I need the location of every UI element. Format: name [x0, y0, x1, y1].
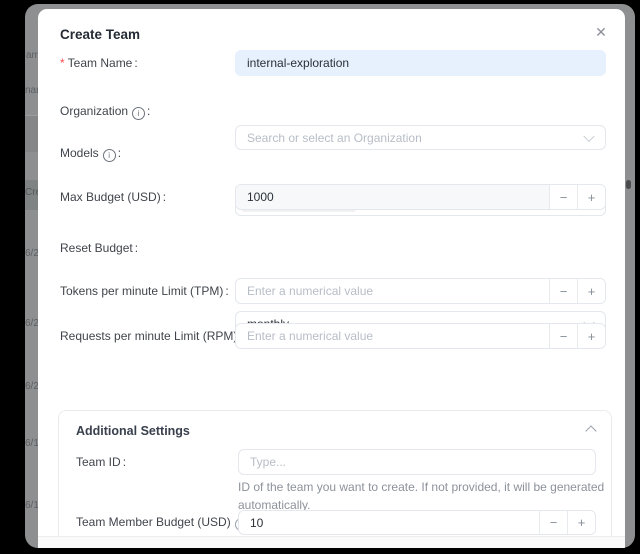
rpm-label: Requests per minute Limit (RPM):: [60, 323, 243, 349]
decrement-button[interactable]: −: [549, 324, 577, 348]
team-name-input[interactable]: internal-exploration: [235, 50, 606, 76]
decrement-button[interactable]: −: [539, 511, 567, 534]
reset-budget-label: Reset Budget:: [60, 236, 138, 261]
info-icon[interactable]: i: [103, 149, 116, 162]
backdrop-row-block: [25, 116, 38, 152]
increment-button[interactable]: +: [577, 279, 605, 303]
chevron-up-icon[interactable]: [585, 425, 596, 436]
team-id-placeholder: Type...: [250, 455, 286, 469]
create-team-modal: Create Team ✕ *Team Name: internal-explo…: [38, 9, 625, 548]
modal-title: Create Team: [60, 27, 140, 42]
required-mark: *: [60, 56, 65, 70]
max-budget-label: Max Budget (USD):: [60, 184, 166, 210]
decrement-button[interactable]: −: [549, 279, 577, 303]
tpm-stepper: Enter a numerical value − +: [235, 278, 606, 304]
team-id-label: Team ID:: [76, 449, 126, 475]
team-id-input[interactable]: Type...: [238, 449, 596, 475]
backdrop-date-fragment: 6/1: [25, 500, 39, 511]
tpm-label: Tokens per minute Limit (TPM):: [60, 278, 229, 304]
modal-footer: [38, 536, 625, 548]
additional-settings-title: Additional Settings: [76, 424, 190, 438]
organization-placeholder: Search or select an Organization: [247, 131, 422, 145]
max-budget-input[interactable]: 1000: [236, 185, 549, 209]
team-name-label: *Team Name:: [60, 50, 138, 76]
increment-button[interactable]: +: [577, 185, 605, 209]
team-id-help-text: ID of the team you want to create. If no…: [238, 478, 616, 514]
backdrop-date-fragment: 6/1: [25, 438, 39, 449]
increment-button[interactable]: +: [577, 324, 605, 348]
additional-settings-card: Additional Settings Team ID: Type... ID …: [58, 410, 612, 548]
organization-label: Organizationi:: [60, 99, 150, 124]
close-icon[interactable]: ✕: [591, 22, 611, 42]
scrollbar-thumb[interactable]: [626, 180, 631, 189]
team-name-value: internal-exploration: [247, 56, 349, 70]
increment-button[interactable]: +: [567, 511, 595, 534]
tpm-input[interactable]: Enter a numerical value: [236, 279, 549, 303]
info-icon[interactable]: i: [132, 107, 145, 120]
organization-select[interactable]: Search or select an Organization: [235, 125, 606, 150]
dimmed-background-page: am nar Cre 6/2 6/2 6/2 6/1 6/1 Create Te…: [25, 4, 635, 548]
decrement-button[interactable]: −: [549, 185, 577, 209]
rpm-stepper: Enter a numerical value − +: [235, 323, 606, 349]
backdrop-date-fragment: 6/2: [25, 381, 39, 392]
backdrop-date-fragment: 6/2: [25, 318, 39, 329]
team-member-budget-stepper: 10 − +: [238, 510, 596, 535]
rpm-input[interactable]: Enter a numerical value: [236, 324, 549, 348]
models-label: Modelsi:: [60, 141, 121, 165]
team-member-budget-input[interactable]: 10: [239, 511, 539, 534]
team-member-budget-label: Team Member Budget (USD)?:: [76, 510, 253, 535]
max-budget-stepper: 1000 − +: [235, 184, 606, 210]
chevron-down-icon: [583, 130, 594, 141]
backdrop-date-fragment: 6/2: [25, 248, 39, 259]
